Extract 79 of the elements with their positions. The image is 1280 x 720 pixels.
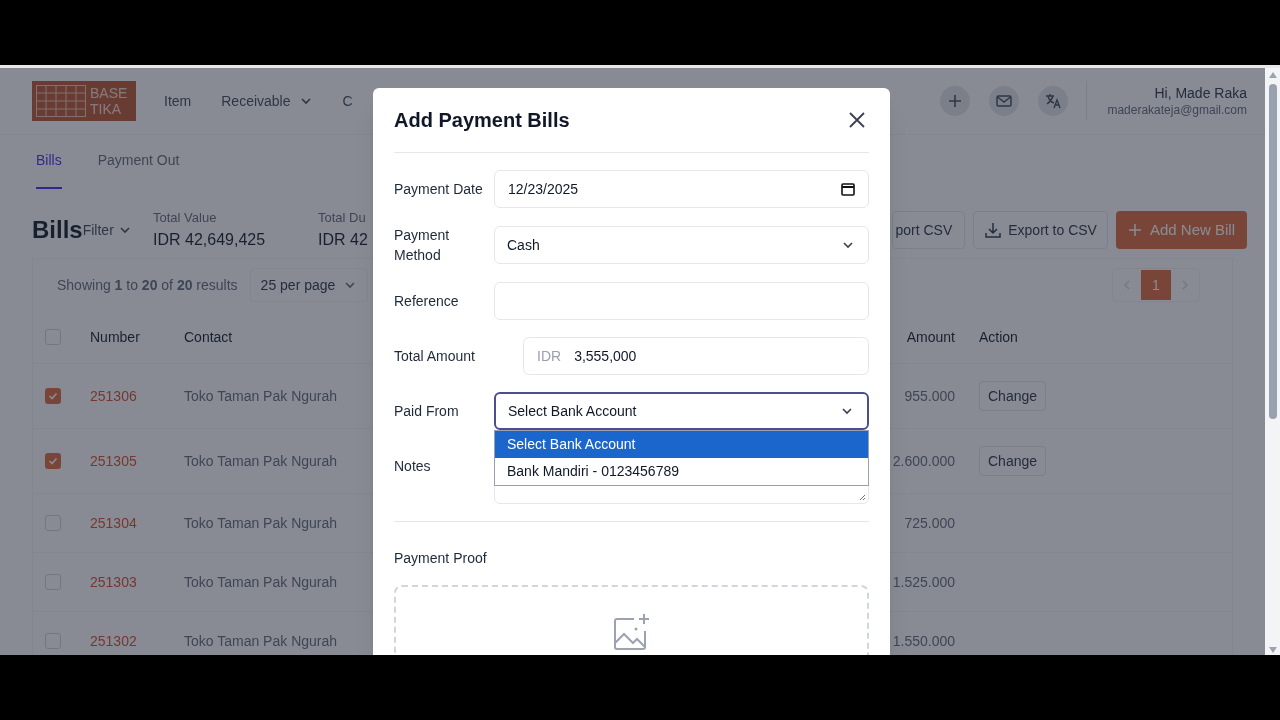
dropdown-option[interactable]: Select Bank Account (495, 431, 868, 458)
text-field[interactable] (494, 282, 869, 320)
amount-field[interactable]: IDR 3,555,000 (523, 337, 869, 375)
tab[interactable]: Bills (36, 150, 62, 189)
field-label: Reference (394, 292, 460, 311)
amount-cell-text: 1.550.000 (892, 631, 955, 651)
contact-cell: Toko Taman Pak Ngurah (184, 452, 338, 469)
bill-number-link[interactable]: 251304 (90, 512, 184, 534)
nav-link[interactable]: Item (164, 90, 192, 112)
change-button[interactable]: Change (979, 381, 1047, 411)
field-label: Payment Date (394, 180, 484, 199)
logo[interactable]: BASE TIKA (32, 81, 136, 121)
filter-button[interactable]: Filter (82, 219, 132, 241)
amount-cell-text: 725.000 (904, 513, 955, 533)
field-label: Notes (394, 457, 432, 476)
page-title: Bills (32, 215, 83, 245)
add-bill-button[interactable]: Add New Bill (1115, 211, 1247, 249)
column-header: Number (90, 327, 141, 347)
contact-cell: Toko Taman Pak Ngurah (184, 573, 338, 590)
amount-cell-text: 2.600.000 (892, 451, 955, 471)
translate-icon (1043, 91, 1064, 111)
image-add-icon (611, 613, 652, 653)
stat-value: IDR 42,649,425 (153, 229, 266, 250)
calendar-icon (841, 182, 855, 196)
scroll-up-icon[interactable] (1268, 72, 1277, 78)
stat-value: IDR 42 (318, 229, 368, 250)
checkbox[interactable] (45, 388, 61, 404)
section-label: Payment Proof (394, 549, 488, 568)
bill-number-link[interactable]: 251306 (90, 385, 184, 407)
select-field[interactable]: Cash (494, 226, 869, 264)
select-field[interactable]: Select Bank Account (494, 392, 869, 430)
logo-text: TIKA (90, 101, 123, 117)
contact-cell: Toko Taman Pak Ngurah (184, 387, 338, 404)
field-label: Total Amount (394, 347, 476, 366)
contact-cell: Toko Taman Pak Ngurah (184, 514, 338, 531)
check-icon (48, 456, 58, 466)
stat-label: Total Value (153, 209, 217, 228)
results-summary: Showing 1 to 20 of 20 results (57, 275, 238, 295)
dropdown-option[interactable]: Bank Mandiri - 0123456789 (495, 458, 868, 485)
date-field[interactable]: 12/23/2025 (494, 170, 869, 208)
amount-cell-text: 1.525.000 (892, 572, 955, 592)
download-icon (984, 221, 1003, 239)
nav-link[interactable]: Receivable (221, 90, 313, 112)
bill-number-link[interactable]: 251302 (90, 630, 184, 652)
scrollbar[interactable] (1265, 68, 1280, 655)
translate-button[interactable] (1038, 86, 1069, 116)
scrollbar-thumb[interactable] (1268, 84, 1277, 419)
currency-prefix: IDR (537, 346, 562, 366)
change-button[interactable]: Change (979, 446, 1047, 476)
user-email: maderakateja@gmail.com (1107, 102, 1247, 118)
field-label: Paid From (394, 402, 460, 421)
bill-number-link[interactable]: 251303 (90, 571, 184, 593)
check-icon (48, 391, 58, 401)
bill-number-link[interactable]: 251305 (90, 450, 184, 472)
stat-label: Total Du (318, 209, 366, 228)
nav-link[interactable]: C (342, 90, 353, 112)
page-button[interactable]: 1 (1141, 270, 1171, 300)
contact-cell: Toko Taman Pak Ngurah (184, 632, 338, 649)
logo-text: BASE (90, 85, 128, 101)
field-label: Payment Method (394, 226, 451, 265)
per-page-select[interactable]: 25 per page (249, 268, 369, 302)
user-greeting: Hi, Made Raka (1154, 84, 1247, 102)
scroll-down-icon[interactable] (1268, 647, 1277, 653)
modal-title: Add Payment Bills (394, 108, 570, 133)
amount-value: 3,555,000 (574, 346, 637, 366)
close-icon (848, 111, 866, 129)
plus-button[interactable] (940, 86, 971, 116)
export-button[interactable]: Export to CSV (973, 211, 1108, 249)
column-header: Contact (184, 327, 234, 347)
resize-handle-icon (859, 494, 866, 501)
column-header: Amount (906, 327, 955, 347)
grid-icon (36, 85, 86, 117)
import-button[interactable]: port CSV (892, 211, 966, 249)
plus-icon (1127, 223, 1142, 237)
amount-cell-text: 955.000 (904, 386, 955, 406)
mail-button[interactable] (989, 86, 1020, 116)
column-header: Action (979, 327, 1019, 347)
checkbox[interactable] (45, 453, 61, 469)
tab[interactable]: Payment Out (97, 150, 180, 189)
